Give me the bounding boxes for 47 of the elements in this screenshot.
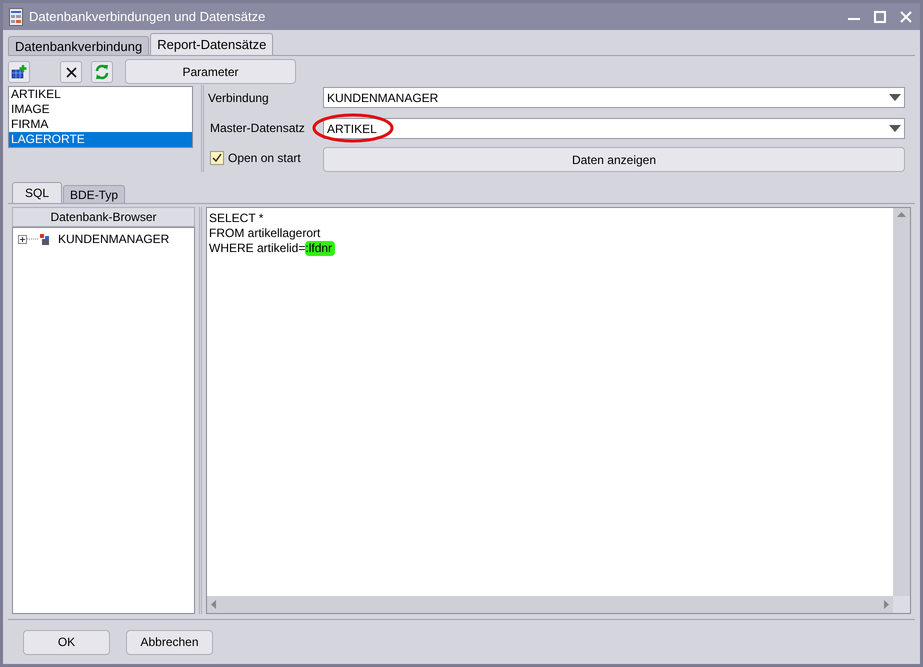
table-add-icon — [11, 65, 27, 79]
app-icon — [9, 8, 23, 26]
scroll-up-icon[interactable] — [897, 212, 906, 217]
show-data-button[interactable]: Daten anzeigen — [323, 147, 905, 172]
field-label: Master-Datensatz — [209, 120, 306, 137]
list-item[interactable]: LAGERORTE — [9, 132, 192, 147]
code-text: FROM artikellagerort — [209, 226, 320, 241]
vertical-scrollbar[interactable] — [893, 208, 910, 596]
scroll-left-icon[interactable] — [211, 600, 216, 609]
tab[interactable]: Datenbankverbindung — [8, 36, 150, 55]
tab[interactable]: SQL — [12, 182, 62, 203]
code-text: WHERE artikelid= — [209, 241, 306, 256]
close-icon — [66, 66, 76, 78]
maximize-icon[interactable] — [874, 10, 886, 22]
connection-dropdown[interactable]: KUNDENMANAGER — [323, 87, 905, 108]
code-text: SELECT * — [209, 211, 264, 226]
list-item[interactable]: FIRMA — [9, 117, 192, 132]
field-label: Verbindung — [208, 90, 270, 107]
list-item[interactable]: IMAGE — [9, 102, 192, 117]
dropdown-arrow-icon — [889, 94, 901, 101]
refresh-icon — [94, 64, 110, 80]
list-item[interactable]: ARTIKEL — [9, 87, 192, 102]
tab[interactable]: Report-Datensätze — [150, 33, 274, 55]
refresh-button[interactable] — [91, 61, 113, 83]
delete-button[interactable] — [60, 61, 82, 83]
expand-icon[interactable] — [18, 234, 27, 244]
sql-editor[interactable]: SELECT * FROM artikellagerort WHERE artikelid=:lfdnr — [206, 207, 911, 614]
check-icon — [212, 153, 222, 163]
open-on-start-checkbox[interactable]: Open on start — [208, 145, 323, 171]
column-header: Datenbank-Browser — [12, 207, 195, 227]
master-dataset-dropdown[interactable]: ARTIKEL — [323, 118, 905, 139]
add-button[interactable] — [8, 61, 30, 83]
dropdown-arrow-icon — [889, 125, 901, 132]
window-title: Datenbankverbindungen und Datensätze — [29, 8, 266, 26]
parameter-button[interactable]: Parameter — [125, 59, 296, 84]
tab[interactable]: BDE-Typ — [63, 185, 126, 203]
checkbox[interactable] — [210, 151, 224, 165]
scrollbar-corner — [893, 596, 910, 613]
tree-item[interactable]: KUNDENMANAGER — [58, 230, 170, 248]
dialog-button[interactable]: OK — [23, 630, 110, 654]
database-icon — [39, 233, 51, 245]
scroll-right-icon[interactable] — [884, 600, 889, 609]
horizontal-scrollbar[interactable] — [207, 596, 893, 613]
close-icon[interactable] — [900, 10, 912, 22]
tree-line — [27, 238, 39, 240]
highlighted-text: :lfdnr — [305, 241, 336, 256]
dialog-button[interactable]: Abbrechen — [126, 630, 213, 654]
